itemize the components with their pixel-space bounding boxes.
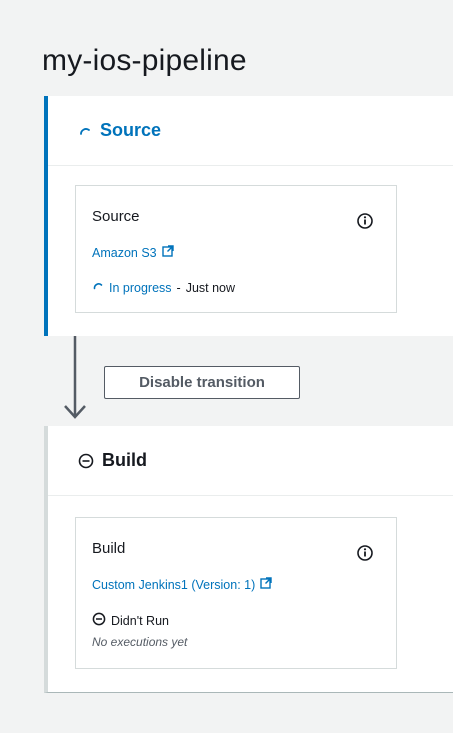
action-name-build: Build	[92, 540, 126, 557]
provider-label: Custom Jenkins1 (Version: 1)	[92, 577, 256, 592]
action-card-build: Build Custom Jenkins1 (Version: 1) Didn'…	[75, 517, 397, 669]
status-time: Just now	[185, 280, 236, 295]
info-icon[interactable]	[356, 544, 374, 567]
status-link-in-progress[interactable]: In progress	[109, 281, 172, 295]
transition-arrow	[62, 336, 88, 429]
minus-circle-icon	[92, 612, 106, 629]
status-line-source: In progress - Just now	[92, 280, 235, 295]
minus-circle-icon	[78, 453, 94, 469]
status-didnt-run: Didn't Run	[111, 613, 169, 628]
action-name-source: Source	[92, 208, 140, 225]
action-card-source: Source Amazon S3 In progress - Just now	[75, 185, 397, 313]
status-line-build: Didn't Run	[92, 612, 169, 629]
stage-name-build: Build	[102, 450, 147, 470]
stage-build: Build Build Custom Jenkins1 (Version: 1)	[44, 426, 453, 693]
external-link-icon	[260, 577, 272, 592]
no-executions-note: No executions yet	[92, 635, 188, 649]
stage-header-source: Source	[48, 96, 453, 166]
stage-source: Source Source Amazon S3 In progress - Ju…	[44, 96, 453, 336]
provider-link-custom-jenkins[interactable]: Custom Jenkins1 (Version: 1)	[92, 577, 272, 592]
provider-link-amazon-s3[interactable]: Amazon S3	[92, 245, 174, 260]
info-icon[interactable]	[356, 212, 374, 235]
stage-name-source: Source	[100, 120, 162, 140]
in-progress-spinner-icon	[78, 124, 92, 138]
provider-label: Amazon S3	[92, 245, 157, 260]
disable-transition-button[interactable]: Disable transition	[104, 366, 300, 399]
in-progress-spinner-icon	[92, 280, 104, 295]
page-title: my-ios-pipeline	[42, 44, 247, 78]
external-link-icon	[161, 245, 174, 260]
stage-header-build: Build	[48, 426, 453, 496]
status-separator: -	[176, 280, 181, 295]
